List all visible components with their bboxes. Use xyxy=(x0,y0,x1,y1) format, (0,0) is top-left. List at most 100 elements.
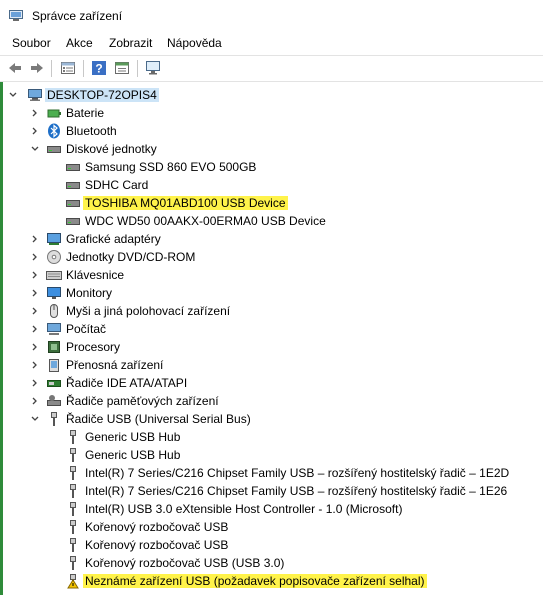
keyboard-icon xyxy=(46,271,62,280)
portable-device-icon xyxy=(49,359,59,372)
usb-item-label: Intel(R) 7 Series/C216 Chipset Family US… xyxy=(85,466,510,480)
window-title: Správce zařízení xyxy=(32,9,123,23)
usb-item-label: Kořenový rozbočovač USB xyxy=(85,538,229,552)
usb-item-label: Generic USB Hub xyxy=(85,430,181,444)
warning-triangle-icon xyxy=(67,574,79,589)
menu-zobrazit[interactable]: Zobrazit xyxy=(109,36,152,50)
computer-icon xyxy=(28,89,42,101)
usb-connector-icon xyxy=(70,484,76,498)
chevron-right-icon[interactable] xyxy=(30,270,40,280)
chevron-right-icon[interactable] xyxy=(30,126,40,136)
usb-item[interactable]: Kořenový rozbočovač USB xyxy=(0,536,543,554)
toolbar-separator xyxy=(137,60,138,77)
menu-akce[interactable]: Akce xyxy=(66,36,93,50)
usb-connector-icon xyxy=(70,520,76,534)
forward-arrow-icon[interactable] xyxy=(29,60,45,76)
chevron-right-icon[interactable] xyxy=(30,360,40,370)
tree-item-label: Řadiče paměťových zařízení xyxy=(66,394,219,408)
tree-item-display[interactable]: Grafické adaptéry xyxy=(0,230,543,248)
chevron-right-icon[interactable] xyxy=(30,288,40,298)
usb-item-label: Kořenový rozbočovač USB (USB 3.0) xyxy=(85,556,285,570)
usb-connector-icon xyxy=(70,430,76,444)
mouse-icon xyxy=(50,304,58,318)
root-label: DESKTOP-72OPIS4 xyxy=(45,88,159,102)
tree-item-processors[interactable]: Procesory xyxy=(0,338,543,356)
tree-item-label: Řadiče IDE ATA/ATAPI xyxy=(66,376,188,390)
usb-item[interactable]: Generic USB Hub xyxy=(0,446,543,464)
tree-item-batteries[interactable]: Baterie xyxy=(0,104,543,122)
usb-item[interactable]: Intel(R) USB 3.0 eXtensible Host Control… xyxy=(0,500,543,518)
help-icon[interactable]: ? xyxy=(91,60,107,76)
disk-item[interactable]: TOSHIBA MQ01ABD100 USB Device xyxy=(0,194,543,212)
tree-item-storage[interactable]: Řadiče paměťových zařízení xyxy=(0,392,543,410)
usb-item-label: Generic USB Hub xyxy=(85,448,181,462)
usb-item[interactable]: Generic USB Hub xyxy=(0,428,543,446)
usb-item[interactable]: Intel(R) 7 Series/C216 Chipset Family US… xyxy=(0,464,543,482)
tree-item-label: Procesory xyxy=(66,340,121,354)
tree-item-portable[interactable]: Přenosná zařízení xyxy=(0,356,543,374)
usb-item[interactable]: Intel(R) 7 Series/C216 Chipset Family US… xyxy=(0,482,543,500)
back-arrow-icon[interactable] xyxy=(7,60,23,76)
chevron-right-icon[interactable] xyxy=(30,234,40,244)
toolbar-separator xyxy=(51,60,52,77)
chevron-right-icon[interactable] xyxy=(30,108,40,118)
dvd-drive-icon xyxy=(47,250,61,264)
disk-item[interactable]: Samsung SSD 860 EVO 500GB xyxy=(0,158,543,176)
tree-item-label: Baterie xyxy=(66,106,105,120)
menu-bar: Soubor Akce Zobrazit Nápověda xyxy=(0,34,543,54)
chevron-down-icon[interactable] xyxy=(8,90,18,100)
usb-item[interactable]: Kořenový rozbočovač USB xyxy=(0,518,543,536)
device-manager-icon xyxy=(9,10,23,21)
chevron-right-icon[interactable] xyxy=(30,378,40,388)
usb-connector-icon xyxy=(70,502,76,516)
tree-item-label: Monitory xyxy=(66,286,113,300)
tree-item-label: Klávesnice xyxy=(66,268,125,282)
disk-drive-icon xyxy=(66,164,80,171)
properties-icon[interactable] xyxy=(60,60,76,76)
disk-item-label: SDHC Card xyxy=(85,178,149,192)
usb-item[interactable]: Kořenový rozbočovač USB (USB 3.0) xyxy=(0,554,543,572)
menu-napoveda[interactable]: Nápověda xyxy=(167,36,222,50)
chevron-right-icon[interactable] xyxy=(30,252,40,262)
tree-item-mice[interactable]: Myši a jiná polohovací zařízení xyxy=(0,302,543,320)
tree-item-label: Řadiče USB (Universal Serial Bus) xyxy=(66,412,251,426)
monitor-scan-icon[interactable] xyxy=(145,60,161,76)
tree-item-usb[interactable]: Řadiče USB (Universal Serial Bus) xyxy=(0,410,543,428)
menu-soubor[interactable]: Soubor xyxy=(12,36,51,50)
device-tree: DESKTOP-72OPIS4 Baterie Bluetooth Diskov… xyxy=(0,82,543,595)
bluetooth-icon xyxy=(48,123,60,139)
chevron-down-icon[interactable] xyxy=(30,144,40,154)
usb-connector-icon xyxy=(70,556,76,570)
ide-controller-icon xyxy=(47,380,61,387)
chevron-right-icon[interactable] xyxy=(30,396,40,406)
disk-item-label-highlighted: TOSHIBA MQ01ABD100 USB Device xyxy=(83,196,288,210)
tree-item-bluetooth[interactable]: Bluetooth xyxy=(0,122,543,140)
chevron-right-icon[interactable] xyxy=(30,324,40,334)
chevron-right-icon[interactable] xyxy=(30,306,40,316)
tree-item-ide[interactable]: Řadiče IDE ATA/ATAPI xyxy=(0,374,543,392)
toolbar-separator xyxy=(83,60,84,77)
tree-item-label: Diskové jednotky xyxy=(66,142,157,156)
display-adapter-icon xyxy=(47,233,61,245)
usb-item-label: Intel(R) USB 3.0 eXtensible Host Control… xyxy=(85,502,403,516)
monitor-icon xyxy=(47,287,61,299)
tree-item-disks[interactable]: Diskové jednotky xyxy=(0,140,543,158)
tree-root[interactable]: DESKTOP-72OPIS4 xyxy=(0,86,543,104)
chevron-down-icon[interactable] xyxy=(30,414,40,424)
usb-item-label: Kořenový rozbočovač USB xyxy=(85,520,229,534)
usb-item-unknown[interactable]: Neznámé zařízení USB (požadavek popisova… xyxy=(0,572,543,590)
title-bar: Správce zařízení xyxy=(0,0,543,34)
chevron-right-icon[interactable] xyxy=(30,342,40,352)
tree-item-computer[interactable]: Počítač xyxy=(0,320,543,338)
tree-item-label: Počítač xyxy=(66,322,107,336)
tree-item-keyboards[interactable]: Klávesnice xyxy=(0,266,543,284)
tree-item-dvd[interactable]: Jednotky DVD/CD-ROM xyxy=(0,248,543,266)
disk-item[interactable]: WDC WD50 00AAKX-00ERMA0 USB Device xyxy=(0,212,543,230)
toolbar: ? xyxy=(0,56,543,82)
tree-item-label: Myši a jiná polohovací zařízení xyxy=(66,304,231,318)
tree-item-monitors[interactable]: Monitory xyxy=(0,284,543,302)
tree-item-label: Přenosná zařízení xyxy=(66,358,164,372)
disk-item[interactable]: SDHC Card xyxy=(0,176,543,194)
update-driver-icon[interactable] xyxy=(114,60,130,76)
tree-item-label: Jednotky DVD/CD-ROM xyxy=(66,250,196,264)
